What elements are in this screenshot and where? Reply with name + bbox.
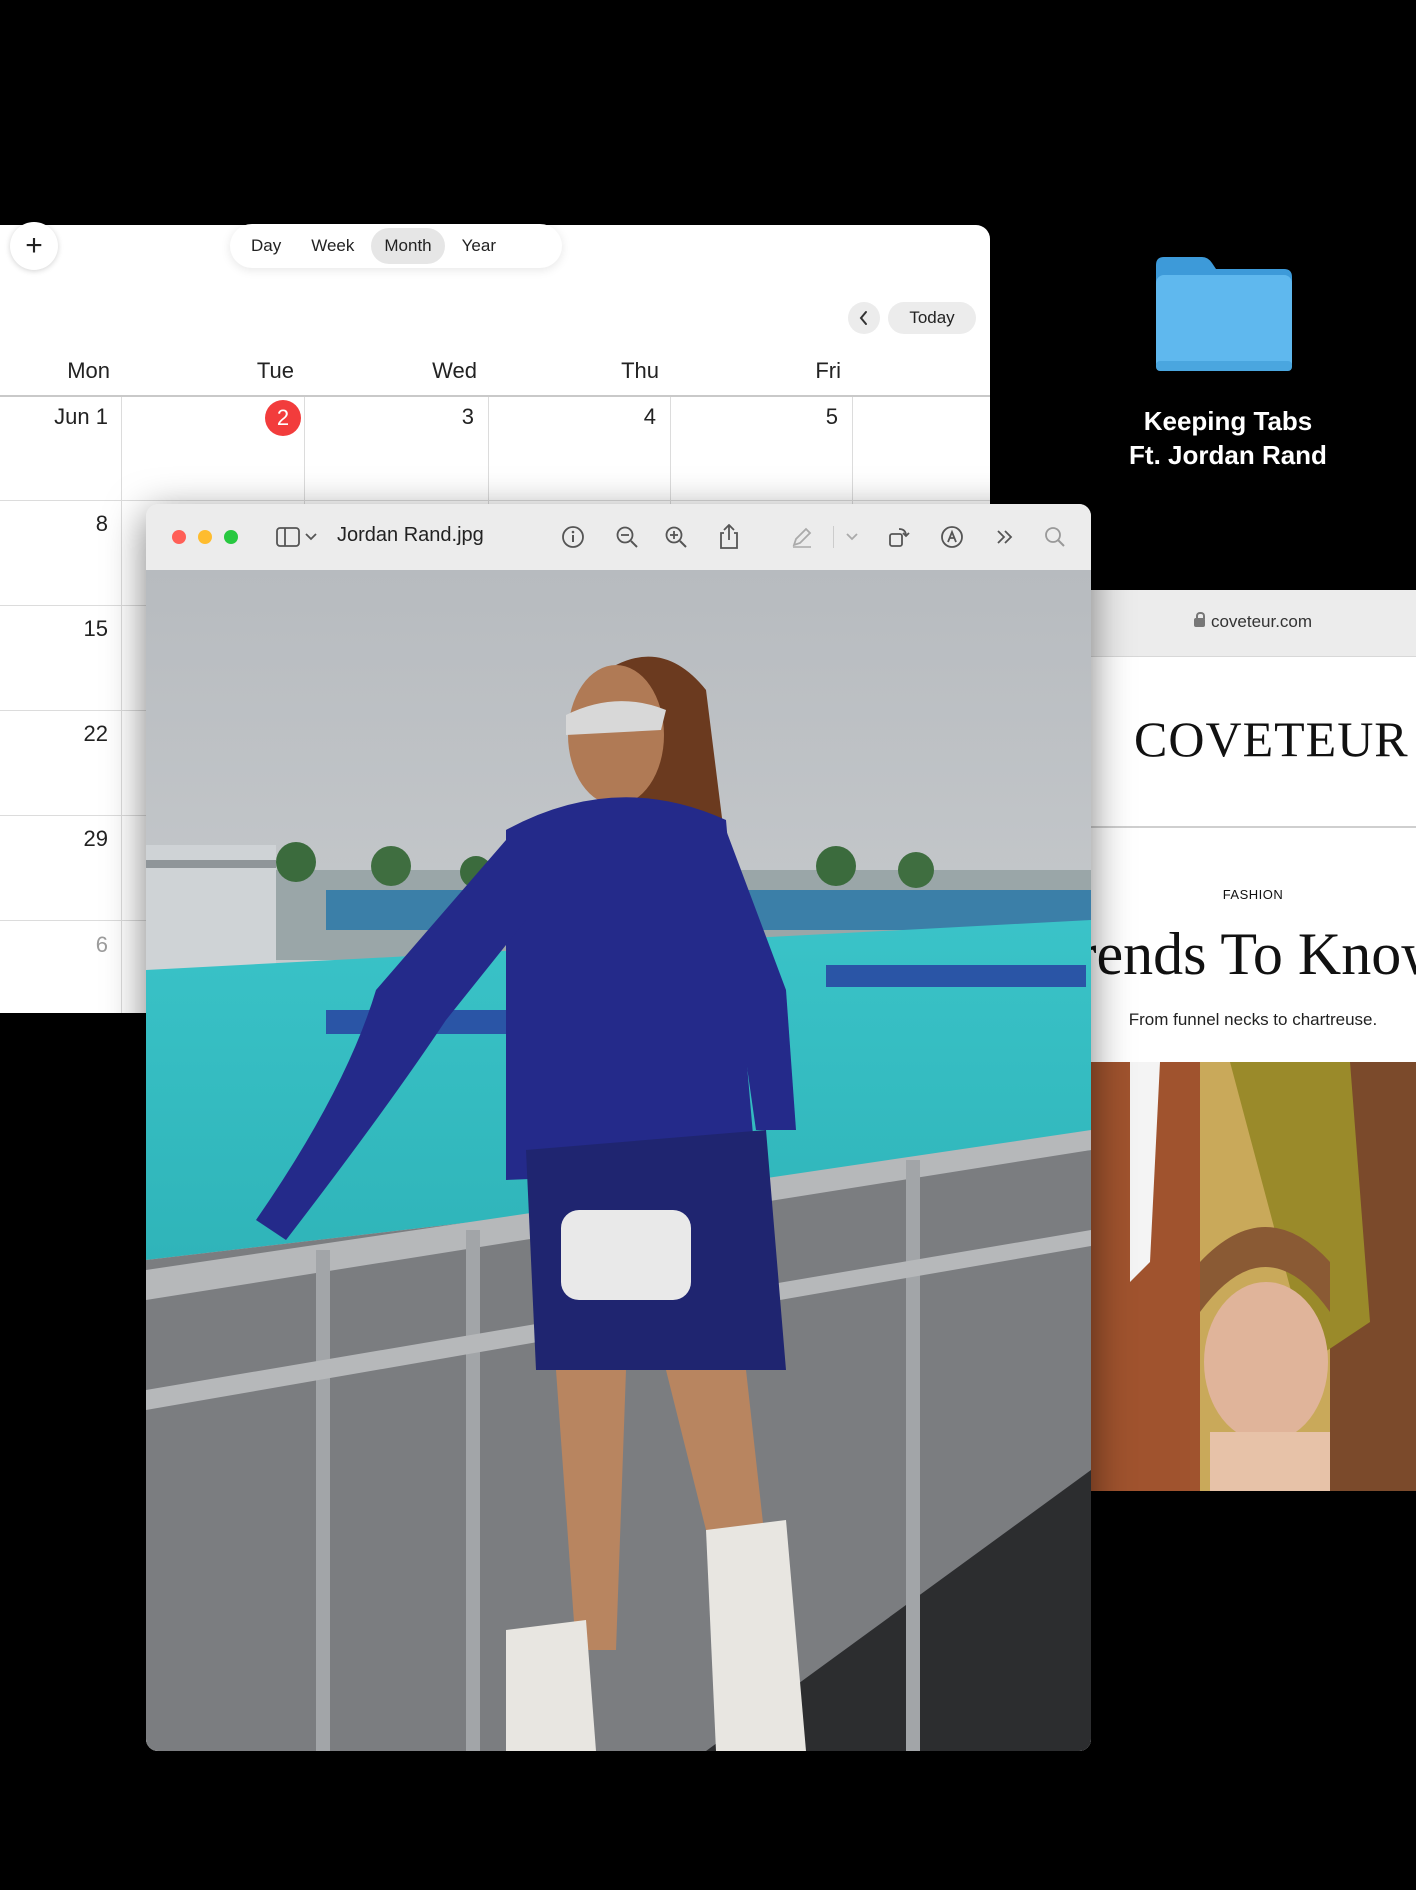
preview-window: Jordan Rand.jpg xyxy=(146,504,1091,1751)
weekday-mon: Mon xyxy=(67,358,110,383)
zoom-in-icon[interactable] xyxy=(661,522,691,552)
chevron-down-icon[interactable] xyxy=(841,522,863,552)
article-hero-image[interactable] xyxy=(1090,1062,1416,1491)
view-day-button[interactable]: Day xyxy=(238,228,294,264)
today-button[interactable]: Today xyxy=(888,302,976,334)
toolbar-divider xyxy=(832,522,834,552)
folder-label-line1: Keeping Tabs xyxy=(1143,406,1313,436)
more-icon[interactable] xyxy=(990,522,1020,552)
day-cell-date[interactable]: 6 xyxy=(40,932,108,958)
today-date-badge[interactable]: 2 xyxy=(265,400,301,436)
address-bar[interactable]: coveteur.com xyxy=(1090,590,1416,657)
grid-line xyxy=(0,500,990,501)
lock-icon xyxy=(1193,612,1205,627)
browser-window: coveteur.com COVETEUR FASHION Trends To … xyxy=(1090,590,1416,1491)
share-icon[interactable] xyxy=(714,522,744,552)
view-year-button[interactable]: Year xyxy=(449,228,509,264)
zoom-out-icon[interactable] xyxy=(612,522,642,552)
close-window-button[interactable] xyxy=(172,530,186,544)
minimize-window-button[interactable] xyxy=(198,530,212,544)
calendar-view-switcher: Day Week Month Year xyxy=(230,224,562,268)
day-cell-date[interactable]: 4 xyxy=(600,404,656,430)
weekday-tue: Tue xyxy=(256,358,294,383)
url-text: coveteur.com xyxy=(1210,612,1313,631)
site-logo[interactable]: COVETEUR xyxy=(1134,710,1409,768)
weekday-fri: Fri xyxy=(815,358,841,383)
day-cell-date[interactable]: 3 xyxy=(420,404,474,430)
add-event-button[interactable]: + xyxy=(10,222,58,270)
day-cell-date[interactable]: 29 xyxy=(40,826,108,852)
article-category[interactable]: FASHION xyxy=(1090,887,1416,902)
divider xyxy=(1090,826,1416,828)
annotate-icon[interactable] xyxy=(937,522,967,552)
document-image[interactable] xyxy=(146,570,1091,1751)
day-cell-date[interactable]: 8 xyxy=(40,511,108,537)
preview-titlebar[interactable]: Jordan Rand.jpg xyxy=(146,504,1091,571)
document-title: Jordan Rand.jpg xyxy=(337,524,484,546)
folder-label[interactable]: Keeping Tabs Ft. Jordan Rand xyxy=(1100,404,1356,472)
calendar-header-divider xyxy=(0,395,990,397)
grid-line xyxy=(670,397,671,504)
sidebar-icon[interactable] xyxy=(273,522,303,552)
chevron-down-icon[interactable] xyxy=(303,522,319,552)
article-subhead: From funnel necks to chartreuse. xyxy=(1128,1010,1378,1029)
zoom-window-button[interactable] xyxy=(224,530,238,544)
day-cell-date[interactable]: 5 xyxy=(780,404,838,430)
grid-line xyxy=(304,397,305,504)
rotate-icon[interactable] xyxy=(884,522,914,552)
day-cell-date[interactable]: 15 xyxy=(40,616,108,642)
view-month-button[interactable]: Month xyxy=(371,228,445,264)
chevron-left-icon xyxy=(859,311,867,325)
article-headline[interactable]: Trends To Know xyxy=(1090,920,1416,989)
folder-label-line2: Ft. Jordan Rand xyxy=(1129,440,1327,470)
previous-month-button[interactable] xyxy=(848,302,880,334)
grid-line xyxy=(852,397,853,504)
day-cell-date[interactable]: Jun 1 xyxy=(20,404,108,430)
weekday-thu: Thu xyxy=(621,358,659,383)
view-week-button[interactable]: Week xyxy=(298,228,367,264)
weekday-wed: Wed xyxy=(432,358,477,383)
grid-line xyxy=(488,397,489,504)
markup-pen-icon[interactable] xyxy=(787,522,817,552)
info-icon[interactable] xyxy=(558,522,588,552)
search-icon[interactable] xyxy=(1040,522,1070,552)
day-cell-date[interactable]: 22 xyxy=(40,721,108,747)
folder-icon[interactable] xyxy=(1152,255,1296,375)
